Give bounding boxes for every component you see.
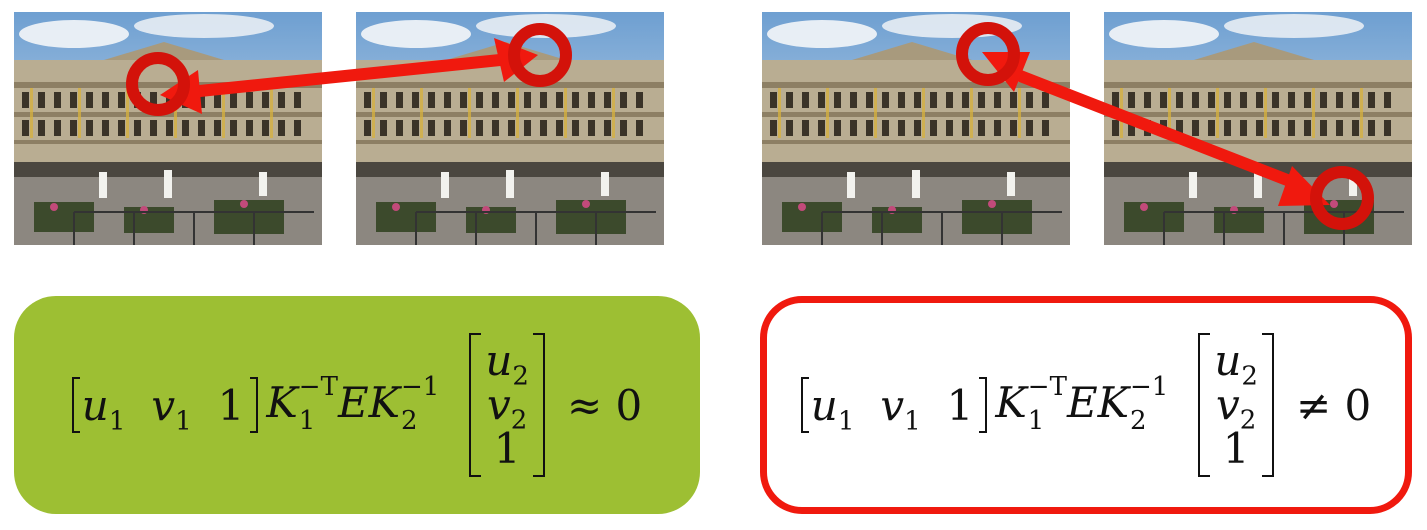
row-vector: u1 v1 1 [800,377,988,434]
relation-approx-zero: ≈ 0 [566,380,643,430]
right-view-photo-match [356,12,664,245]
column-vector: u2 v2 1 [1198,332,1274,478]
building-scene-illustration [356,12,664,245]
epipolar-equation-match: u1 v1 1 K −T 1 EK −1 2 u2 v2 1 ≈ 0 [71,332,643,478]
epipolar-equation-mismatch: u1 v1 1 K −T 1 EK −1 2 u2 v2 1 ≠ 0 [800,332,1372,478]
column-vector: u2 v2 1 [469,332,545,478]
left-view-photo-mismatch [762,12,1070,245]
building-scene-illustration [14,12,322,245]
building-scene-illustration [1104,12,1412,245]
matrix-product: K −T 1 EK −1 2 [266,372,440,436]
right-view-photo-mismatch [1104,12,1412,245]
relation-not-zero: ≠ 0 [1295,380,1372,430]
match-equation-box: u1 v1 1 K −T 1 EK −1 2 u2 v2 1 ≈ 0 [14,296,700,514]
matrix-product: K −T 1 EK −1 2 [995,372,1169,436]
mismatch-equation-box: u1 v1 1 K −T 1 EK −1 2 u2 v2 1 ≠ 0 [760,296,1412,514]
left-view-photo-match [14,12,322,245]
building-scene-illustration [762,12,1070,245]
row-vector: u1 v1 1 [71,377,259,434]
